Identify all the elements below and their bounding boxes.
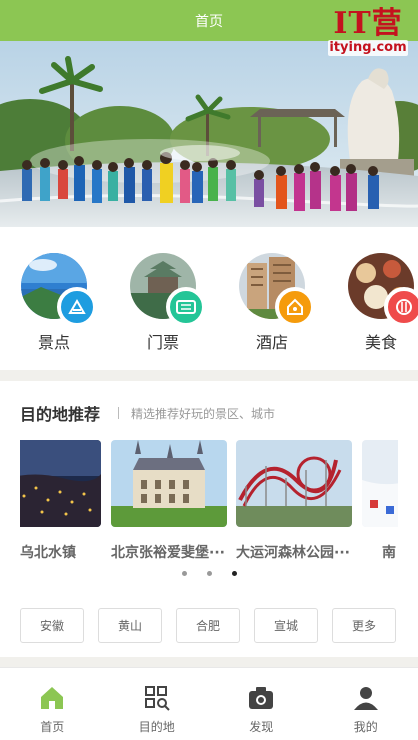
logo-main-text: IT营 <box>333 6 403 41</box>
city-tags: 安徽 黄山 合肥 宣城 更多 <box>20 608 396 643</box>
tab-destination[interactable]: 目的地 <box>105 668 210 740</box>
carousel-dot[interactable] <box>181 571 187 576</box>
bottom-tabbar: 首页 目的地 发现 我的 <box>0 667 418 740</box>
tab-label: 目的地 <box>138 720 175 734</box>
section-title: 目的地推荐 <box>20 405 101 424</box>
category-label: 美食 <box>364 333 397 352</box>
category-label: 门票 <box>146 333 179 352</box>
camera-icon <box>247 684 275 712</box>
destination-name: 北京张裕爱斐堡··· <box>111 545 225 561</box>
city-tag[interactable]: 合肥 <box>176 608 240 643</box>
section-subtitle: 精选推荐好玩的景区、城市 <box>131 406 276 421</box>
destination-name: 大运河森林公园··· <box>236 545 350 561</box>
logo-sub-text: itying.com <box>328 40 408 56</box>
category-label: 景点 <box>37 333 70 352</box>
brand-logo: IT营 itying.com <box>328 8 408 72</box>
category-hotel[interactable]: 酒店 <box>237 253 315 370</box>
qr-search-icon <box>143 684 171 712</box>
home-icon <box>38 684 66 712</box>
destination-name: 乌北水镇 <box>20 545 76 561</box>
city-tag[interactable]: 安徽 <box>20 608 84 643</box>
destination-card[interactable] <box>236 440 352 527</box>
tab-discover[interactable]: 发现 <box>209 668 314 740</box>
category-scenic[interactable]: 景点 <box>19 253 97 370</box>
section-header: 目的地推荐 精选推荐好玩的景区、城市 <box>20 401 275 425</box>
divider <box>118 407 120 419</box>
destination-card[interactable] <box>111 440 227 527</box>
city-tag[interactable]: 宣城 <box>254 608 318 643</box>
city-tag[interactable]: 黄山 <box>98 608 162 643</box>
food-icon <box>384 287 418 327</box>
ticket-icon <box>166 287 206 327</box>
tab-home[interactable]: 首页 <box>0 668 105 740</box>
tab-mine[interactable]: 我的 <box>314 668 418 740</box>
category-label: 酒店 <box>255 333 288 352</box>
category-ticket[interactable]: 门票 <box>128 253 206 370</box>
hotel-icon <box>275 287 315 327</box>
page-title: 首页 <box>195 13 223 30</box>
destination-name: 南 <box>382 545 396 561</box>
destination-section: 目的地推荐 精选推荐好玩的景区、城市 乌北水镇 北京张裕爱斐堡··· 大运河森林… <box>0 381 418 657</box>
tab-label: 首页 <box>40 720 65 734</box>
category-food[interactable]: 美食 <box>346 253 418 370</box>
destination-carousel[interactable] <box>20 440 398 540</box>
more-tag[interactable]: 更多 <box>332 608 396 643</box>
scenic-icon <box>57 287 97 327</box>
carousel-dots <box>0 571 418 576</box>
carousel-dot-active[interactable] <box>231 571 237 576</box>
destination-card[interactable] <box>362 440 398 527</box>
user-icon <box>352 684 380 712</box>
app-page: 首页 IT营 itying.com 景点 门票 酒店 美食 目的地推荐 精选推荐… <box>0 0 418 740</box>
destination-card[interactable] <box>20 440 101 527</box>
tab-label: 我的 <box>353 720 378 734</box>
tab-label: 发现 <box>249 720 274 734</box>
category-grid: 景点 门票 酒店 美食 <box>0 227 418 370</box>
carousel-dot[interactable] <box>206 571 212 576</box>
